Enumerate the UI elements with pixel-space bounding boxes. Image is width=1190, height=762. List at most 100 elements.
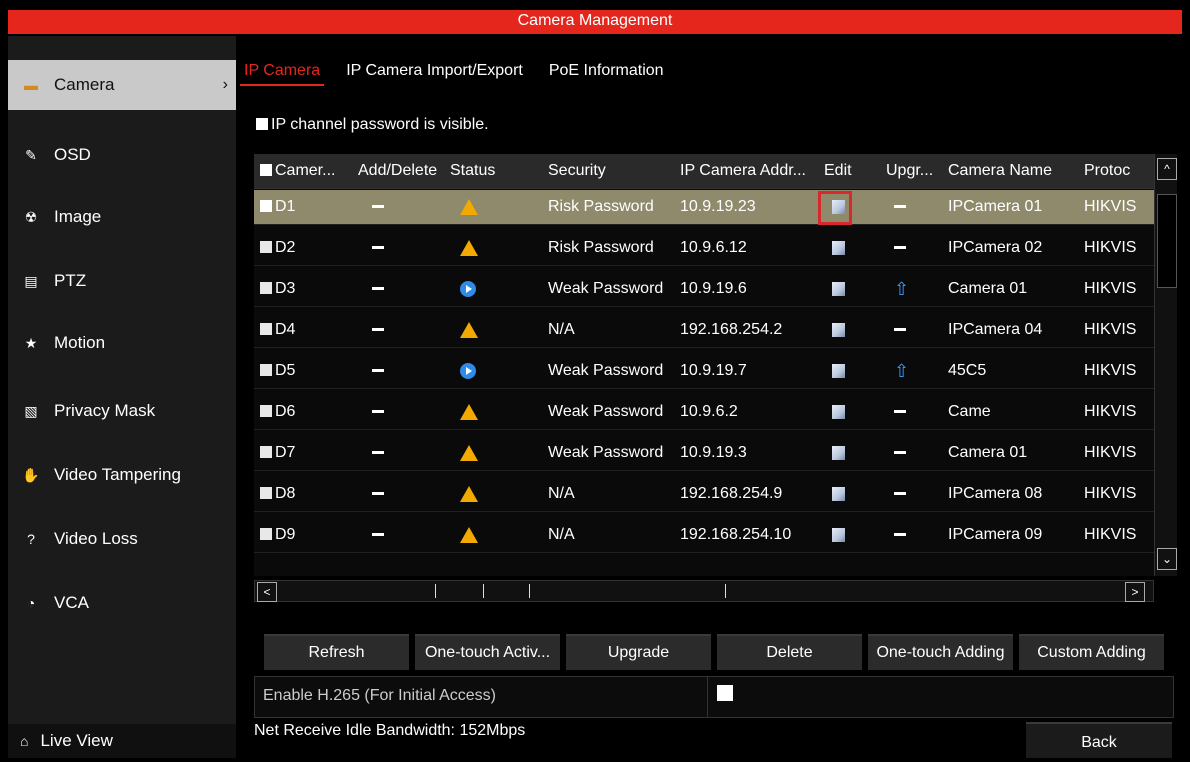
add-delete-cell[interactable] bbox=[358, 395, 460, 429]
password-visible-checkbox[interactable] bbox=[256, 118, 268, 130]
channel-cell[interactable]: D5 bbox=[260, 354, 354, 388]
upgrade-button[interactable]: Upgrade bbox=[566, 634, 711, 670]
channel-cell[interactable]: D2 bbox=[260, 231, 354, 265]
row-checkbox[interactable] bbox=[260, 446, 272, 458]
edit-cell[interactable] bbox=[824, 395, 890, 429]
column-header[interactable]: Camera Name bbox=[948, 154, 1080, 188]
row-checkbox[interactable] bbox=[260, 487, 272, 499]
sidebar-item-privacy-mask[interactable]: ▧ Privacy Mask bbox=[8, 386, 236, 436]
h265-checkbox[interactable] bbox=[717, 685, 733, 701]
channel-cell[interactable]: D1 bbox=[260, 190, 354, 224]
one-touch-adding-button[interactable]: One-touch Adding bbox=[868, 634, 1013, 670]
column-header[interactable]: Add/Delete bbox=[358, 154, 446, 188]
tab-ip-camera[interactable]: IP Camera bbox=[240, 62, 325, 86]
table-row[interactable]: D2 Risk Password 10.9.6.12 IPCamera 02 HIKVI… bbox=[254, 231, 1154, 266]
edit-icon[interactable] bbox=[832, 404, 845, 419]
vertical-scrollbar[interactable]: ^ ⌄ bbox=[1154, 154, 1177, 576]
upgrade-icon[interactable]: ⇧ bbox=[894, 354, 909, 388]
column-header[interactable]: Upgr... bbox=[886, 154, 944, 188]
delete-icon[interactable] bbox=[372, 451, 384, 455]
edit-icon[interactable] bbox=[832, 527, 845, 542]
upgrade-cell[interactable] bbox=[886, 395, 952, 429]
upgrade-cell[interactable] bbox=[886, 313, 952, 347]
edit-icon[interactable] bbox=[832, 445, 845, 460]
add-delete-cell[interactable] bbox=[358, 313, 460, 347]
back-button[interactable]: Back bbox=[1026, 722, 1172, 758]
add-delete-cell[interactable] bbox=[358, 231, 460, 265]
edit-icon[interactable] bbox=[832, 240, 845, 255]
column-header[interactable]: Edit bbox=[824, 154, 882, 188]
sidebar-item-video-loss[interactable]: ? Video Loss bbox=[8, 514, 236, 564]
scroll-up-button[interactable]: ^ bbox=[1157, 158, 1177, 180]
upgrade-cell[interactable] bbox=[886, 231, 952, 265]
upgrade-cell[interactable] bbox=[886, 518, 952, 552]
add-delete-cell[interactable] bbox=[358, 518, 460, 552]
edit-icon[interactable] bbox=[832, 486, 845, 501]
custom-adding-button[interactable]: Custom Adding bbox=[1019, 634, 1164, 670]
horizontal-scrollbar[interactable]: < > bbox=[254, 580, 1154, 602]
edit-cell[interactable] bbox=[824, 354, 890, 388]
row-checkbox[interactable] bbox=[260, 323, 272, 335]
password-visible-toggle[interactable]: IP channel password is visible. bbox=[256, 116, 489, 134]
channel-cell[interactable]: D4 bbox=[260, 313, 354, 347]
delete-icon[interactable] bbox=[372, 205, 384, 209]
sidebar-item-motion[interactable]: ★ Motion bbox=[8, 318, 236, 368]
delete-icon[interactable] bbox=[372, 287, 384, 291]
tab-poe-information[interactable]: PoE Information bbox=[545, 62, 668, 86]
table-row[interactable]: D6 Weak Password 10.9.6.2 Came HIKVIS bbox=[254, 395, 1154, 430]
row-checkbox[interactable] bbox=[260, 200, 272, 212]
row-checkbox[interactable] bbox=[260, 282, 272, 294]
edit-cell[interactable] bbox=[824, 436, 890, 470]
scroll-thumb[interactable] bbox=[1157, 194, 1177, 288]
live-view-button[interactable]: ⌂ Live View bbox=[8, 724, 236, 758]
sidebar-item-ptz[interactable]: ▤ PTZ bbox=[8, 256, 236, 306]
row-checkbox[interactable] bbox=[260, 405, 272, 417]
sidebar-item-vca[interactable]: ◔ VCA bbox=[8, 578, 236, 628]
edit-cell[interactable] bbox=[824, 518, 890, 552]
edit-icon[interactable] bbox=[832, 281, 845, 296]
upgrade-cell[interactable]: ⇧ bbox=[886, 354, 952, 388]
channel-cell[interactable]: D7 bbox=[260, 436, 354, 470]
upgrade-cell[interactable] bbox=[886, 477, 952, 511]
edit-cell[interactable] bbox=[824, 272, 890, 306]
table-row[interactable]: D3 Weak Password 10.9.19.6 ⇧ Camera 01 HIKVIS bbox=[254, 272, 1154, 307]
table-row[interactable]: D5 Weak Password 10.9.19.7 ⇧ 45C5 HIKVIS bbox=[254, 354, 1154, 389]
scroll-left-button[interactable]: < bbox=[257, 582, 277, 602]
row-checkbox[interactable] bbox=[260, 528, 272, 540]
upgrade-cell[interactable] bbox=[886, 436, 952, 470]
channel-cell[interactable]: D3 bbox=[260, 272, 354, 306]
sidebar-item-video-tampering[interactable]: ✋ Video Tampering bbox=[8, 450, 236, 500]
tab-ip-camera-import-export[interactable]: IP Camera Import/Export bbox=[342, 62, 527, 86]
edit-cell[interactable] bbox=[824, 231, 890, 265]
upgrade-cell[interactable]: ⇧ bbox=[886, 272, 952, 306]
add-delete-cell[interactable] bbox=[358, 354, 460, 388]
delete-icon[interactable] bbox=[372, 410, 384, 414]
refresh-button[interactable]: Refresh bbox=[264, 634, 409, 670]
delete-icon[interactable] bbox=[372, 246, 384, 250]
column-header[interactable]: Security bbox=[548, 154, 676, 188]
table-row[interactable]: D4 N/A 192.168.254.2 IPCamera 04 HIKVIS bbox=[254, 313, 1154, 348]
column-header[interactable]: Status bbox=[450, 154, 544, 188]
table-row[interactable]: D1 Risk Password 10.9.19.23 IPCamera 01 HIKV… bbox=[254, 190, 1154, 225]
column-header[interactable]: Protoc bbox=[1084, 154, 1150, 188]
row-checkbox[interactable] bbox=[260, 364, 272, 376]
table-row[interactable]: D7 Weak Password 10.9.19.3 Camera 01 HIKVIS bbox=[254, 436, 1154, 471]
add-delete-cell[interactable] bbox=[358, 190, 460, 224]
add-delete-cell[interactable] bbox=[358, 477, 460, 511]
delete-icon[interactable] bbox=[372, 369, 384, 373]
delete-icon[interactable] bbox=[372, 533, 384, 537]
channel-cell[interactable]: D9 bbox=[260, 518, 354, 552]
add-delete-cell[interactable] bbox=[358, 436, 460, 470]
upgrade-cell[interactable] bbox=[886, 190, 952, 224]
one-touch-activ-button[interactable]: One-touch Activ... bbox=[415, 634, 560, 670]
row-checkbox[interactable] bbox=[260, 241, 272, 253]
sidebar-item-image[interactable]: ☢ Image bbox=[8, 192, 236, 242]
delete-icon[interactable] bbox=[372, 492, 384, 496]
edit-icon[interactable] bbox=[832, 363, 845, 378]
edit-cell[interactable] bbox=[824, 313, 890, 347]
table-row[interactable]: D8 N/A 192.168.254.9 IPCamera 08 HIKVIS bbox=[254, 477, 1154, 512]
select-all-checkbox[interactable] bbox=[260, 164, 272, 176]
delete-icon[interactable] bbox=[372, 328, 384, 332]
column-header[interactable]: IP Camera Addr... bbox=[680, 154, 820, 188]
table-row[interactable]: D9 N/A 192.168.254.10 IPCamera 09 HIKVIS bbox=[254, 518, 1154, 553]
